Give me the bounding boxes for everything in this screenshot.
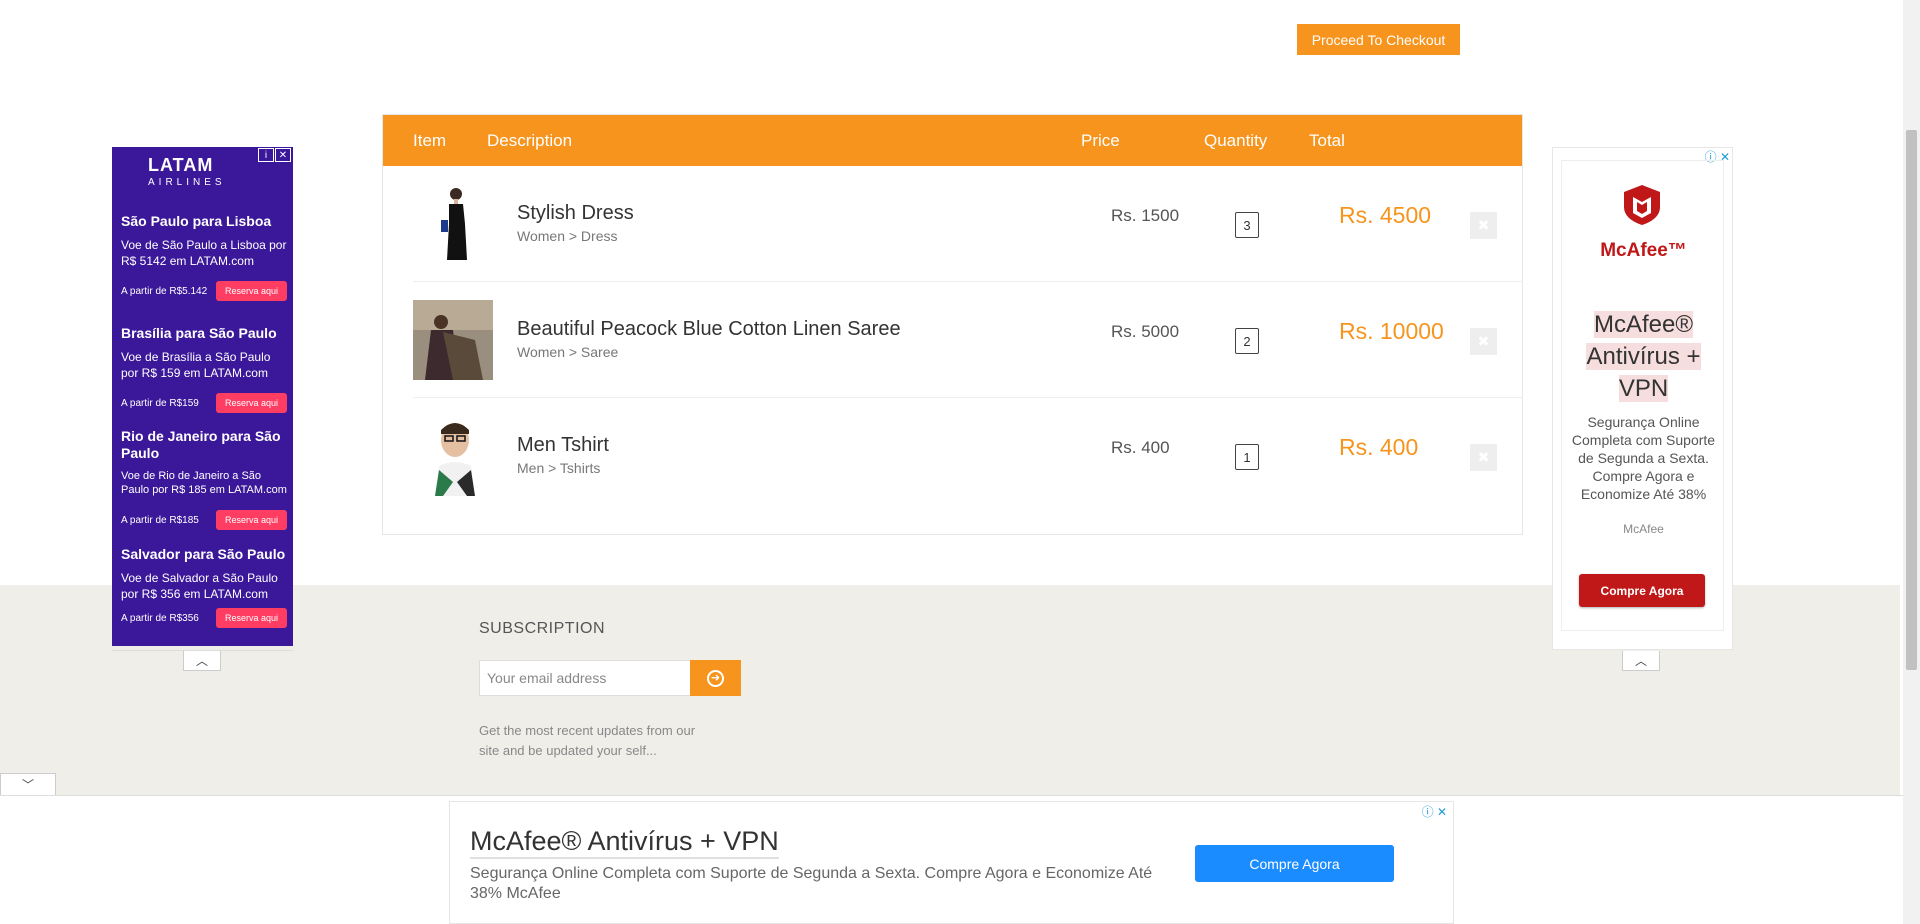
ad-headline[interactable]: McAfee® Antivírus + VPN	[1562, 309, 1725, 405]
tshirt-photo[interactable]	[413, 416, 493, 496]
reserve-button[interactable]: Reserva aqui	[215, 281, 287, 301]
ad-close-icon[interactable]: ✕	[275, 148, 291, 162]
item-name[interactable]: Stylish Dress	[517, 202, 634, 225]
ad-source: McAfee	[1623, 522, 1664, 536]
mcafee-logo: McAfee™	[1600, 240, 1687, 261]
offer-text: Voe de Salvador a São Paulo por R$ 356 e…	[121, 571, 278, 601]
header-item: Item	[413, 131, 447, 150]
header-quantity: Quantity	[1204, 131, 1268, 150]
offer-title: São Paulo para Lisboa	[121, 213, 272, 229]
item-name[interactable]: Beautiful Peacock Blue Cotton Linen Sare…	[517, 318, 901, 341]
chevron-up-icon[interactable]: ︿	[183, 651, 221, 671]
mcafee-ad-card: McAfee™ McAfee® Antivírus + VPN Seguranç…	[1561, 160, 1724, 631]
cart-table-header: Item Description Price Quantity Total	[383, 115, 1522, 166]
latam-ad[interactable]: LATAM AIRLINES i ✕ São Paulo para Lisboa…	[112, 147, 293, 646]
offer-price: A partir de R$356	[121, 612, 199, 624]
latam-offer[interactable]: Salvador para São Paulo Voe de Salvador …	[121, 546, 287, 628]
item-category: Men > Tshirts	[517, 460, 601, 476]
item-total: Rs. 10000	[1339, 318, 1444, 344]
item-category: Women > Saree	[517, 344, 619, 360]
reserve-button[interactable]: Reserva aqui	[215, 510, 287, 530]
subscribe-button[interactable]: ➜	[690, 660, 741, 696]
offer-title: Salvador para São Paulo	[121, 546, 286, 562]
item-total: Rs. 4500	[1339, 202, 1432, 228]
mcafee-side-ad[interactable]: ⓘ ✕ McAfee™ McAfee® Antivírus + VPN Segu…	[1552, 147, 1733, 650]
subscription-text: Get the most recent updates from our sit…	[479, 723, 696, 758]
subscription-title: SUBSCRIPTION	[479, 620, 606, 637]
quantity-box[interactable]: 2	[1235, 328, 1259, 354]
offer-text: Voe de Brasília a São Paulo por R$ 159 e…	[121, 350, 271, 380]
table-row: Stylish Dress Women > Dress Rs. 1500 3 R…	[413, 166, 1523, 282]
header-description: Description	[487, 131, 573, 150]
offer-title: Brasília para São Paulo	[121, 325, 277, 341]
item-price: Rs. 1500	[1111, 206, 1180, 225]
ad-info-icon[interactable]: i	[258, 148, 274, 162]
quantity-box[interactable]: 1	[1235, 444, 1259, 470]
offer-price: A partir de R$185	[121, 514, 199, 526]
dress-photo[interactable]	[413, 184, 493, 264]
offer-price-row: A partir de R$159 Reserva aqui	[121, 393, 287, 413]
offer-price: A partir de R$5.142	[121, 285, 208, 297]
close-icon[interactable]: ✖	[1470, 328, 1497, 355]
cart-table: Item Description Price Quantity Total St…	[382, 114, 1523, 535]
mcafee-shield-icon	[1624, 185, 1660, 225]
table-row: Beautiful Peacock Blue Cotton Linen Sare…	[413, 282, 1523, 398]
email-field[interactable]	[479, 660, 691, 696]
mcafee-banner-ad[interactable]: ⓘ ✕ McAfee® Antivírus + VPN Segurança On…	[449, 801, 1454, 924]
quantity-box[interactable]: 3	[1235, 212, 1259, 238]
item-name[interactable]: Men Tshirt	[517, 434, 609, 457]
offer-price: A partir de R$159	[121, 397, 199, 409]
latam-offer[interactable]: Rio de Janeiro para São Paulo Voe de Rio…	[121, 428, 287, 530]
banner-title[interactable]: McAfee® Antivírus + VPN	[470, 826, 779, 859]
latam-offer[interactable]: São Paulo para Lisboa Voe de São Paulo a…	[121, 213, 287, 301]
reserve-button[interactable]: Reserva aqui	[215, 393, 287, 413]
chevron-up-icon[interactable]: ︿	[1622, 651, 1660, 671]
header-price: Price	[1081, 131, 1120, 150]
item-category: Women > Dress	[517, 228, 618, 244]
buy-now-button[interactable]: Compre Agora	[1579, 574, 1705, 607]
item-price: Rs. 400	[1111, 438, 1170, 457]
table-row: Men Tshirt Men > Tshirts Rs. 400 1 Rs. 4…	[413, 398, 1523, 514]
offer-price-row: A partir de R$5.142 Reserva aqui	[121, 281, 287, 301]
offer-price-row: A partir de R$356 Reserva aqui	[121, 608, 287, 628]
arrow-right-icon: ➜	[707, 669, 724, 687]
offer-title: Rio de Janeiro para São Paulo	[121, 428, 281, 461]
latam-logo: LATAM AIRLINES	[148, 155, 226, 188]
header-total: Total	[1309, 131, 1345, 150]
latam-offer[interactable]: Brasília para São Paulo Voe de Brasília …	[121, 325, 287, 413]
proceed-to-checkout-button[interactable]: Proceed To Checkout	[1297, 24, 1460, 55]
reserve-button[interactable]: Reserva aqui	[215, 608, 287, 628]
item-total: Rs. 400	[1339, 434, 1419, 460]
scrollbar-thumb[interactable]	[1906, 130, 1917, 670]
chevron-down-icon[interactable]: ﹀	[0, 773, 56, 795]
buy-now-button[interactable]: Compre Agora	[1195, 845, 1394, 882]
close-icon[interactable]: ✖	[1470, 444, 1497, 471]
ad-body: Segurança Online Completa com Suporte de…	[1571, 414, 1716, 502]
item-price: Rs. 5000	[1111, 322, 1180, 341]
banner-description: Segurança Online Completa com Suporte de…	[470, 865, 1153, 902]
saree-photo[interactable]	[413, 300, 493, 380]
offer-text: Voe de São Paulo a Lisboa por R$ 5142 em…	[121, 238, 287, 268]
ad-close-icon[interactable]: ⓘ ✕	[1422, 803, 1447, 820]
offer-price-row: A partir de R$185 Reserva aqui	[121, 510, 287, 530]
offer-text: Voe de Rio de Janeiro a São Paulo por R$…	[121, 470, 287, 496]
close-icon[interactable]: ✖	[1470, 212, 1497, 239]
